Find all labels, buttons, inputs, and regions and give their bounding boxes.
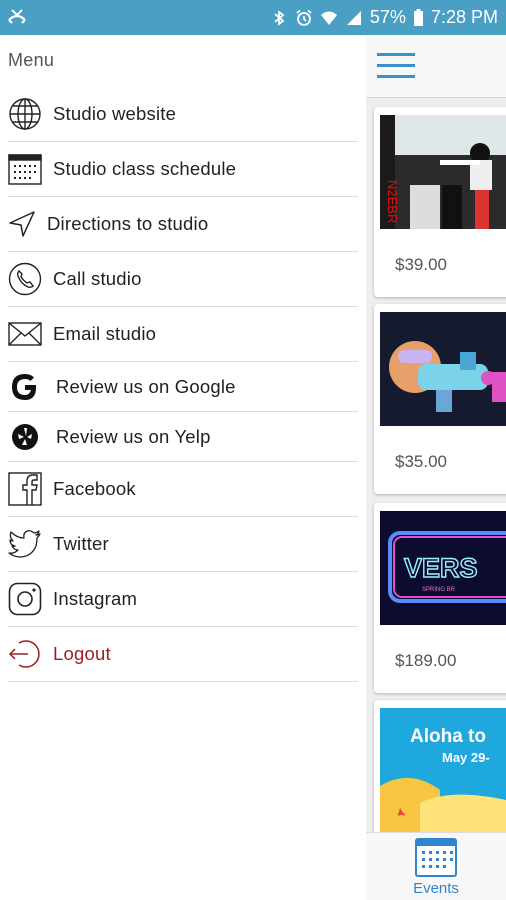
bluetooth-icon [274,9,285,26]
menu-item-label: Directions to studio [47,213,209,234]
hamburger-menu-icon[interactable] [377,53,415,79]
clock: 7:28 PM [430,7,498,27]
navigation-arrow-icon [8,207,36,241]
menu-item-label: Call studio [53,268,142,289]
battery-icon [413,8,423,26]
event-thumbnail: Aloha to May 29- [380,708,506,834]
menu-item-label: Studio class schedule [53,158,237,179]
twitter-icon [8,527,42,561]
battery-percent: 57% [369,7,406,27]
menu-item-email-studio[interactable]: Email studio [8,307,358,362]
envelope-icon [8,317,42,351]
menu-item-instagram[interactable]: Instagram [8,572,358,627]
google-icon [8,370,42,404]
events-screen: N2EBR $39.00 $35.00 VERS SPRING BR $189.… [366,35,506,900]
logout-icon [8,637,42,671]
menu-item-logout[interactable]: Logout [8,627,358,682]
svg-text:SPRING BR: SPRING BR [422,587,456,593]
event-price: $189.00 [395,651,457,670]
menu-item-label: Email studio [53,323,157,344]
globe-icon [8,97,42,131]
event-card[interactable]: $35.00 [374,304,506,494]
event-thumbnail: VERS SPRING BR [380,511,506,625]
menu-item-label: Review us on Yelp [56,425,211,447]
calendar-icon [415,838,457,877]
banner-text: Aloha to [410,726,486,747]
menu-item-label: Studio website [53,103,177,124]
menu-item-label: Twitter [53,533,109,554]
events-tab-label: Events [413,880,459,897]
app-toolbar [366,35,506,98]
menu-item-review-google[interactable]: Review us on Google [8,362,358,412]
menu-item-class-schedule[interactable]: Studio class schedule [8,142,358,197]
instagram-icon [8,582,42,616]
banner-subtext: May 29- [442,750,490,765]
version-banner-text: VERS [404,553,478,583]
event-card[interactable]: Aloha to May 29- [374,700,506,840]
navigation-drawer: Menu Studio website Studio class schedul… [0,35,366,900]
menu-item-label: Instagram [53,588,138,609]
signal-icon [346,10,361,25]
events-tab[interactable]: Events [406,837,466,897]
menu-item-review-yelp[interactable]: Review us on Yelp [8,412,358,462]
wifi-icon [320,11,337,25]
facebook-icon [8,472,42,506]
svg-text:N2EBR: N2EBR [385,180,400,223]
bottom-navigation: Events [366,832,506,900]
menu-item-twitter[interactable]: Twitter [8,517,358,572]
menu-item-studio-website[interactable]: Studio website [8,87,358,142]
status-bar: 57% 7:28 PM [0,0,506,35]
yelp-icon [8,420,42,454]
event-card[interactable]: N2EBR $39.00 [374,107,506,297]
drawer-title: Menu [8,50,55,70]
menu-item-label: Review us on Google [56,375,236,397]
calendar-icon [8,152,42,186]
phone-icon [8,262,42,296]
menu-item-label: Logout [53,643,111,664]
menu-item-directions[interactable]: Directions to studio [8,197,358,252]
event-thumbnail: N2EBR [380,115,506,229]
alarm-icon [296,9,312,26]
missed-call-icon [8,9,26,24]
event-price: $35.00 [395,452,447,471]
event-price: $39.00 [395,255,447,274]
event-card[interactable]: VERS SPRING BR $189.00 [374,503,506,693]
menu-item-facebook[interactable]: Facebook [8,462,358,517]
menu-item-label: Facebook [53,478,136,499]
menu-item-call-studio[interactable]: Call studio [8,252,358,307]
event-thumbnail [380,312,506,426]
